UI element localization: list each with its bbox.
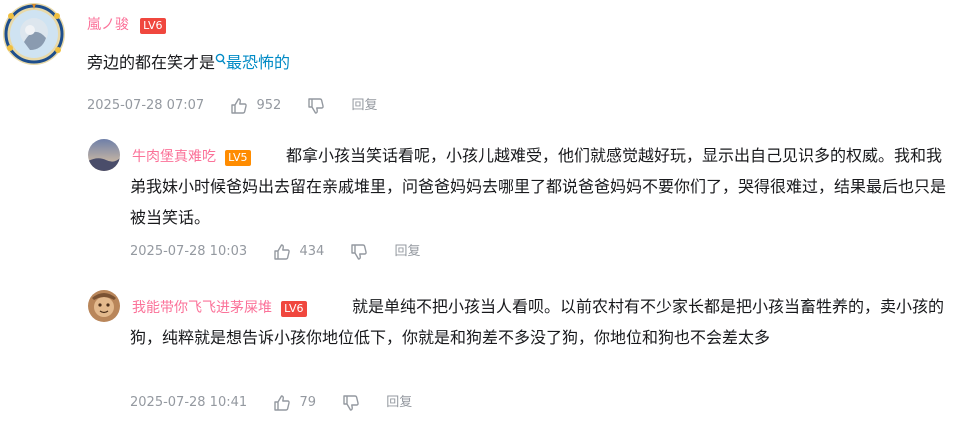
reply-text: 都拿小孩当笑话看呢，小孩儿越难受，他们就感觉越好玩，显示出自己见识多的权威。我和… — [130, 146, 947, 227]
reply-button[interactable]: 回复 — [352, 98, 378, 113]
username[interactable]: 嵐ノ骏 — [87, 17, 129, 33]
search-link[interactable]: 最恐怖的 — [215, 53, 290, 72]
comment-text: 旁边的都在笑才是 最恐怖的 — [87, 47, 290, 78]
thumbs-up-icon[interactable] — [273, 394, 291, 412]
avatar[interactable] — [2, 2, 66, 66]
reply-meta: 2025-07-28 10:03 434 回复 — [130, 242, 421, 263]
search-icon — [215, 53, 226, 65]
avatar[interactable] — [88, 139, 120, 171]
thumbs-down-icon[interactable] — [342, 394, 360, 412]
comment-time: 2025-07-28 07:07 — [87, 98, 205, 113]
comment-meta: 2025-07-28 07:07 952 回复 — [87, 96, 378, 117]
comment-text-prefix: 旁边的都在笑才是 — [87, 53, 216, 72]
like-count: 79 — [299, 395, 316, 410]
thumbs-up-icon[interactable] — [273, 243, 291, 261]
avatar[interactable] — [88, 290, 120, 322]
reply-meta: 2025-07-28 10:41 79 回复 — [130, 393, 412, 414]
avatar-frame[interactable] — [2, 2, 66, 66]
reply-button[interactable]: 回复 — [395, 244, 421, 259]
thumbs-up-icon[interactable] — [230, 97, 248, 115]
reply-button[interactable]: 回复 — [386, 395, 412, 410]
reply-time: 2025-07-28 10:03 — [130, 244, 248, 259]
like-count: 952 — [256, 98, 282, 113]
like-count: 434 — [299, 244, 325, 259]
reply-avatar-image — [88, 139, 120, 171]
search-link-label[interactable]: 最恐怖的 — [226, 53, 290, 72]
level-badge: LV6 — [140, 18, 166, 34]
reply-avatar-image — [88, 290, 120, 322]
comment-header: 嵐ノ骏 LV6 — [87, 14, 166, 35]
reply-time: 2025-07-28 10:41 — [130, 395, 248, 410]
reply-text: 就是单纯不把小孩当人看呗。以前农村有不少家长都是把小孩当畜牲养的，卖小孩的狗，纯… — [130, 297, 945, 347]
thumbs-down-icon[interactable] — [307, 97, 325, 115]
thumbs-down-icon[interactable] — [350, 243, 368, 261]
